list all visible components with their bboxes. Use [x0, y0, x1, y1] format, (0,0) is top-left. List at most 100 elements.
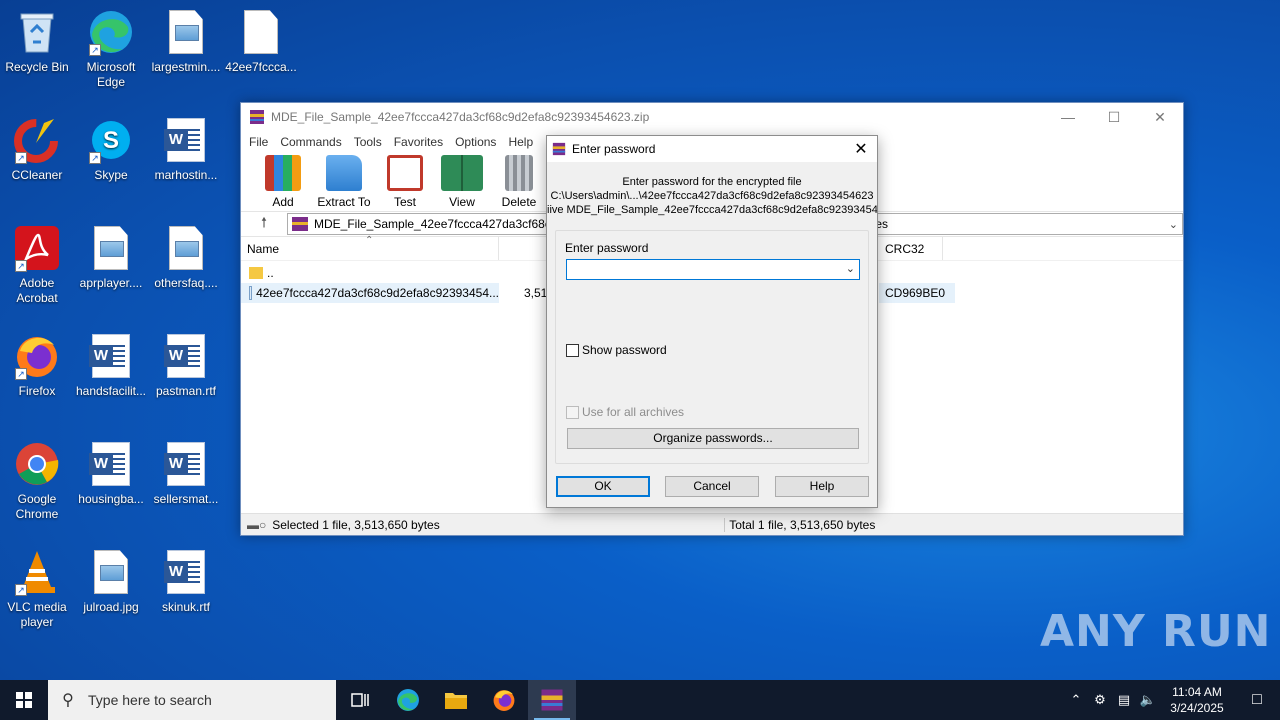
- password-group: Enter password ⌄ Show password Use for a…: [555, 230, 869, 464]
- desktop-icon-sellersmat[interactable]: W sellersmat...: [149, 440, 223, 507]
- test-button[interactable]: Test: [377, 153, 433, 209]
- chrome-icon: [13, 440, 61, 488]
- desktop-icon-adobe-acrobat[interactable]: ↗ Adobe Acrobat: [0, 224, 74, 306]
- test-clipboard-icon: [387, 155, 423, 191]
- vlc-icon: ↗: [13, 548, 61, 596]
- taskbar-edge[interactable]: [384, 680, 432, 720]
- desktop-icon-firefox[interactable]: ↗ Firefox: [0, 332, 74, 399]
- image-file-icon: [162, 8, 210, 56]
- add-button[interactable]: Add: [255, 153, 311, 209]
- clock[interactable]: 11:04 AM 3/24/2025: [1160, 684, 1234, 716]
- volume-icon[interactable]: 🔈: [1136, 692, 1160, 708]
- desktop-icon-largestmin[interactable]: largestmin....: [149, 8, 223, 75]
- desktop-icon-label: sellersmat...: [153, 492, 219, 506]
- password-label: Enter password: [565, 241, 649, 255]
- column-size[interactable]: [499, 237, 549, 260]
- desktop-icon-skinuk[interactable]: W skinuk.rtf: [149, 548, 223, 615]
- security-icon[interactable]: ⚙: [1088, 692, 1112, 708]
- cancel-button[interactable]: Cancel: [665, 476, 759, 497]
- start-button[interactable]: [0, 680, 48, 720]
- desktop-icon-skype[interactable]: S ↗ Skype: [74, 116, 148, 183]
- status-total: Total 1 file, 3,513,650 bytes: [724, 517, 875, 532]
- enter-password-dialog: Enter password ✕ Enter password for the …: [546, 135, 878, 508]
- extract-to-button[interactable]: Extract To: [312, 153, 376, 209]
- ccleaner-icon: ↗: [13, 116, 61, 164]
- desktop-icon-recycle-bin[interactable]: Recycle Bin: [0, 8, 74, 75]
- desktop-icon-handsfacilit[interactable]: W handsfacilit...: [74, 332, 148, 399]
- view-label: View: [449, 195, 475, 209]
- desktop-icon-google-chrome[interactable]: Google Chrome: [0, 440, 74, 522]
- desktop-icon-label: CCleaner: [11, 168, 63, 182]
- menu-file[interactable]: File: [243, 135, 274, 149]
- menu-options[interactable]: Options: [449, 135, 502, 149]
- status-selected: Selected 1 file, 3,513,650 bytes: [272, 517, 440, 532]
- desktop-icon-marhostin[interactable]: W marhostin...: [149, 116, 223, 183]
- adobe-acrobat-icon: ↗: [13, 224, 61, 272]
- view-button[interactable]: View: [434, 153, 490, 209]
- desktop-icon-vlc[interactable]: ↗ VLC media player: [0, 548, 74, 630]
- desktop-icon-othersfaq[interactable]: othersfaq....: [149, 224, 223, 291]
- show-password-checkbox[interactable]: Show password: [566, 343, 667, 357]
- taskbar-winrar[interactable]: [528, 680, 576, 720]
- close-icon[interactable]: ✕: [1137, 103, 1183, 131]
- column-name[interactable]: Name ⌃: [241, 235, 499, 260]
- desktop-icon-microsoft-edge[interactable]: ↗ Microsoft Edge: [74, 8, 148, 90]
- row-size: 3,51: [524, 286, 548, 300]
- menu-tools[interactable]: Tools: [348, 135, 388, 149]
- desktop-icon-label: largestmin....: [151, 60, 221, 74]
- column-crc[interactable]: CRC32: [879, 237, 943, 260]
- menu-favorites[interactable]: Favorites: [388, 135, 449, 149]
- up-arrow-icon[interactable]: 🠕: [241, 212, 287, 236]
- ok-button[interactable]: OK: [556, 476, 650, 497]
- maximize-icon[interactable]: ☐: [1091, 103, 1137, 131]
- network-icon[interactable]: ▤: [1112, 692, 1136, 708]
- desktop-icon-label: Microsoft Edge: [86, 60, 136, 89]
- winrar-titlebar[interactable]: MDE_File_Sample_42ee7fccca427da3cf68c9d2…: [241, 103, 1183, 131]
- column-crc-label: CRC32: [885, 242, 925, 256]
- dialog-info: Enter password for the encrypted file C:…: [547, 175, 877, 217]
- help-button[interactable]: Help: [775, 476, 869, 497]
- taskbar-search[interactable]: ⚲ Type here to search: [48, 680, 336, 720]
- folder-icon: [445, 693, 467, 709]
- folder-icon: [249, 267, 263, 279]
- clock-time: 11:04 AM: [1172, 685, 1222, 699]
- close-icon[interactable]: ✕: [845, 139, 877, 159]
- checkbox-box: [566, 343, 579, 357]
- edge-icon: ↗: [87, 8, 135, 56]
- desktop-icon-42ee7fccca[interactable]: 42ee7fccca...: [224, 8, 298, 75]
- menu-commands[interactable]: Commands: [274, 135, 347, 149]
- minimize-icon[interactable]: —: [1045, 103, 1091, 131]
- task-view-button[interactable]: [336, 680, 384, 720]
- shortcut-arrow-icon: ↗: [89, 152, 101, 164]
- dialog-titlebar[interactable]: Enter password ✕: [547, 136, 877, 162]
- add-label: Add: [272, 195, 294, 209]
- use-for-all-archives-checkbox[interactable]: Use for all archives: [566, 405, 684, 419]
- file-icon: [249, 286, 253, 300]
- edge-icon: [397, 689, 419, 711]
- organize-passwords-button[interactable]: Organize passwords...: [567, 428, 859, 449]
- skype-icon: S ↗: [87, 116, 135, 164]
- desktop-icon-label: aprplayer....: [79, 276, 143, 290]
- shortcut-arrow-icon: ↗: [15, 152, 27, 164]
- desktop-icon-pastman[interactable]: W pastman.rtf: [149, 332, 223, 399]
- desktop-icon-housingba[interactable]: W housingba...: [74, 440, 148, 507]
- password-input[interactable]: ⌄: [566, 259, 860, 280]
- desktop-icon-label: Recycle Bin: [5, 60, 69, 74]
- list-item[interactable]: 42ee7fccca427da3cf68c9d2efa8c92393454...…: [241, 283, 956, 303]
- delete-button[interactable]: Delete: [491, 153, 547, 209]
- desktop-icon-aprplayer[interactable]: aprplayer....: [74, 224, 148, 291]
- status-bar: ▬○ Selected 1 file, 3,513,650 bytes Tota…: [241, 513, 1183, 535]
- notification-icon[interactable]: □: [1234, 691, 1280, 709]
- desktop-icon-label: Google Chrome: [15, 492, 59, 521]
- desktop-icon-label: housingba...: [78, 492, 144, 506]
- search-placeholder: Type here to search: [88, 692, 212, 708]
- chevron-down-icon[interactable]: ⌄: [846, 262, 855, 275]
- chevron-up-icon[interactable]: ⌃: [1064, 692, 1088, 708]
- taskbar-firefox[interactable]: [480, 680, 528, 720]
- desktop-icon-julroad[interactable]: julroad.jpg: [74, 548, 148, 615]
- desktop-icon-ccleaner[interactable]: ↗ CCleaner: [0, 116, 74, 183]
- taskbar-file-explorer[interactable]: [432, 680, 480, 720]
- chevron-down-icon[interactable]: ⌄: [1169, 218, 1178, 231]
- drive-icon: ▬○: [247, 517, 267, 532]
- menu-help[interactable]: Help: [502, 135, 539, 149]
